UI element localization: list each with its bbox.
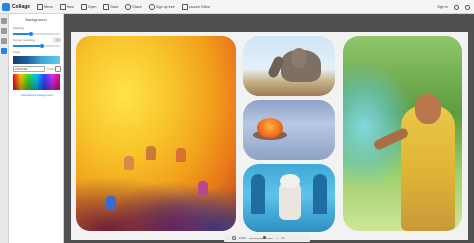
cow-head	[280, 174, 300, 188]
signup-button[interactable]: Sign up free	[148, 0, 175, 14]
menu-label: Menu	[44, 4, 53, 9]
cow-doorway-photo[interactable]	[243, 164, 335, 232]
raised-hand	[124, 156, 134, 170]
photos-tool-icon[interactable]	[1, 28, 7, 34]
launch-editor-label: Launch Editor	[188, 4, 211, 9]
corner-slider-knob[interactable]	[40, 44, 45, 48]
settings-icon[interactable]	[465, 4, 470, 10]
zoom-out-button[interactable]: –	[227, 236, 229, 240]
app-logo[interactable]: Collage	[2, 0, 30, 14]
background-panel: Background Spacing Corner rounding Color…	[9, 14, 64, 243]
blue-doorway	[251, 174, 265, 214]
corner-slider-fill	[13, 45, 43, 47]
launch-editor-button[interactable]: Launch Editor	[181, 0, 211, 14]
floating-lamp	[257, 118, 283, 138]
spacing-label: Spacing	[13, 26, 24, 30]
blue-doorway	[313, 174, 327, 214]
background-tool-icon[interactable]	[1, 48, 7, 54]
tool-rail	[0, 14, 9, 243]
spacing-slider[interactable]	[13, 32, 60, 36]
woman-blowing-color-photo[interactable]	[343, 36, 462, 231]
menu-icon	[37, 3, 44, 10]
zoom-slider[interactable]	[249, 236, 274, 239]
elephant-ear	[291, 48, 307, 68]
zoom-icon	[231, 236, 236, 240]
collage-canvas[interactable]	[71, 32, 468, 240]
spacing-slider-knob[interactable]	[29, 32, 33, 36]
color-label: Color	[13, 50, 21, 54]
current-color-swatch[interactable]	[13, 56, 60, 64]
share-button[interactable]: Share	[125, 0, 142, 14]
menu-button[interactable]: Menu	[37, 0, 53, 14]
color-row: Color	[13, 50, 61, 54]
corner-toggle[interactable]	[53, 38, 61, 42]
new-button[interactable]: New	[59, 0, 74, 14]
save-icon	[103, 3, 110, 10]
holi-hands-photo[interactable]	[76, 36, 236, 231]
woman-figure	[401, 106, 455, 231]
spectrum-shade	[13, 74, 60, 90]
open-button[interactable]: Open	[80, 0, 97, 14]
hands-silhouette	[76, 161, 236, 231]
save-button[interactable]: Save	[103, 0, 118, 14]
collage-app: Collage Menu New Open Save Share Sign up…	[0, 0, 474, 243]
new-label: New	[66, 4, 74, 9]
toolbar-right: Sign in	[437, 0, 470, 14]
zoom-in-button[interactable]: +	[276, 236, 278, 240]
transparent-background-link[interactable]: Transparent background	[13, 93, 60, 97]
color-hex-input[interactable]: #1E5F9E	[13, 66, 45, 72]
elephant-photo[interactable]	[243, 36, 335, 96]
corner-label: Corner rounding	[13, 38, 35, 42]
raised-hand	[146, 146, 156, 160]
color-opacity: 100%	[47, 67, 55, 71]
sign-in-link[interactable]: Sign in	[437, 5, 448, 9]
save-label: Save	[110, 4, 119, 9]
share-label: Share	[132, 4, 142, 9]
logo-icon	[2, 2, 10, 11]
help-icon[interactable]	[454, 4, 459, 10]
layout-tool-icon[interactable]	[1, 18, 7, 24]
panel-title: Background	[25, 17, 47, 22]
raised-hand	[198, 181, 208, 195]
spacing-row: Spacing	[13, 26, 61, 30]
text-tool-icon[interactable]	[1, 38, 7, 44]
woman-head	[415, 94, 441, 124]
raised-hand	[176, 148, 186, 162]
editor-icon	[181, 3, 188, 10]
app-name: Collage	[12, 3, 31, 10]
color-spectrum[interactable]	[13, 74, 60, 90]
zoom-slider-knob[interactable]	[263, 236, 267, 239]
zoom-fit-button[interactable]: Fit	[281, 236, 284, 240]
raised-hand	[106, 196, 116, 210]
zoom-bar: – 100% + Fit	[224, 234, 310, 242]
corner-slider[interactable]	[13, 44, 60, 48]
open-label: Open	[87, 4, 97, 9]
canvas-area	[64, 14, 474, 243]
signup-label: Sign up free	[155, 4, 175, 9]
corner-row: Corner rounding	[13, 38, 61, 42]
share-icon	[125, 3, 132, 10]
zoom-value: 100%	[238, 236, 247, 240]
eyedropper-icon[interactable]	[55, 66, 61, 72]
floating-lamp-photo[interactable]	[243, 100, 335, 160]
new-file-icon	[59, 3, 66, 10]
top-toolbar: Collage Menu New Open Save Share Sign up…	[0, 0, 474, 14]
star-icon	[148, 3, 155, 10]
folder-icon	[80, 3, 87, 10]
